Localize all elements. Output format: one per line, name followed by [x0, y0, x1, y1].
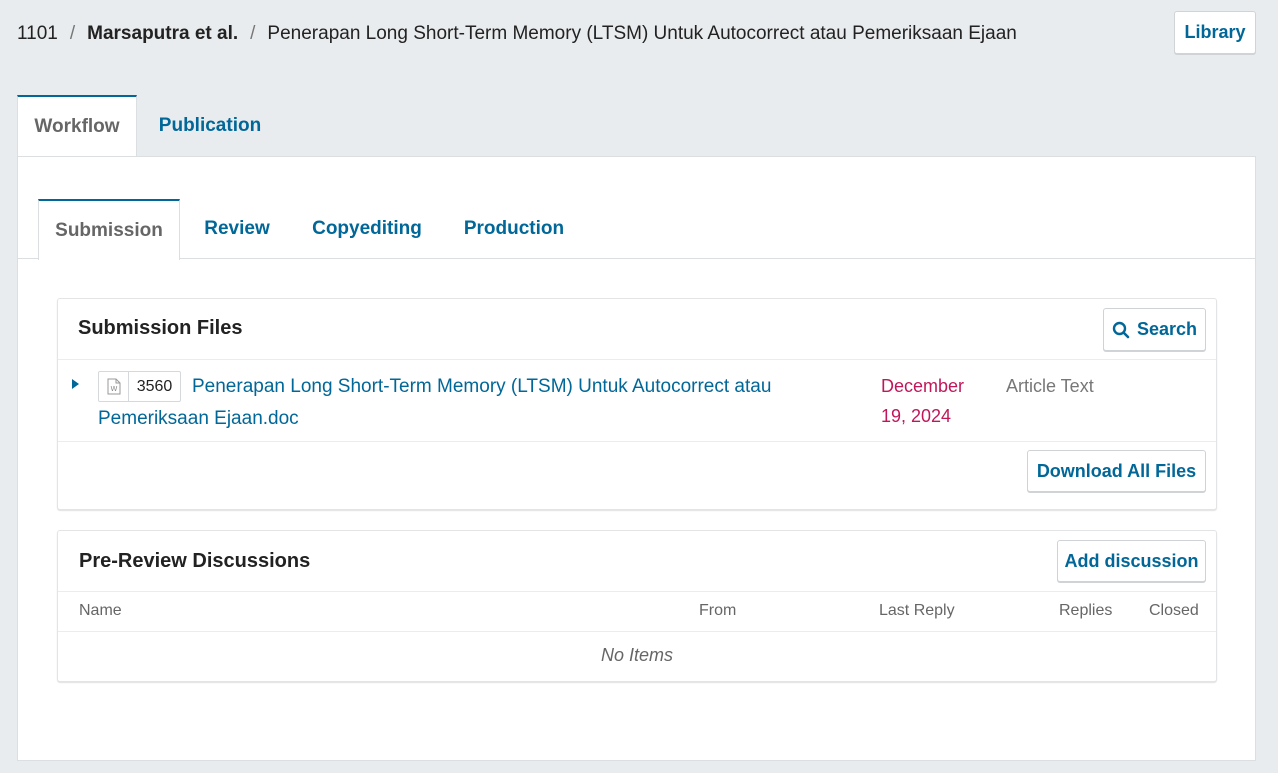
- submission-id: 1101: [17, 23, 58, 44]
- file-date: December 19, 2024: [881, 376, 965, 426]
- breadcrumb-separator: /: [250, 23, 256, 44]
- empty-state: No Items: [600, 645, 674, 665]
- tab-publication[interactable]: Publication: [143, 95, 277, 157]
- svg-text:W: W: [110, 385, 117, 393]
- add-discussion-button[interactable]: Add discussion: [1057, 540, 1206, 582]
- submission-author: Marsaputra et al.: [87, 23, 239, 44]
- download-all-files-button[interactable]: Download All Files: [1027, 450, 1206, 492]
- file-id: 3560: [136, 377, 173, 395]
- submission-title: Penerapan Long Short-Term Memory (LTSM) …: [267, 23, 1017, 44]
- file-badge: W 3560: [98, 371, 181, 402]
- column-header-replies[interactable]: Replies: [1059, 602, 1112, 620]
- file-type: Article Text: [1006, 376, 1094, 396]
- divider: [58, 631, 1216, 632]
- divider: [58, 591, 1216, 592]
- discussions-title: Pre-Review Discussions: [79, 550, 311, 572]
- divider: [58, 441, 1216, 442]
- workflow-panel: Submission Review Copyediting Production…: [17, 156, 1256, 761]
- tab-submission[interactable]: Submission: [38, 199, 180, 260]
- column-header-from[interactable]: From: [699, 602, 736, 620]
- expand-caret-icon[interactable]: [72, 379, 79, 389]
- breadcrumb: 1101 / Marsaputra et al. / Penerapan Long Sh…: [17, 21, 1017, 47]
- word-doc-icon: W: [99, 372, 129, 401]
- column-header-last-reply[interactable]: Last Reply: [879, 602, 955, 620]
- discussions-panel: Pre-Review Discussions Add discussion Na…: [57, 530, 1217, 682]
- tab-production[interactable]: Production: [450, 199, 578, 259]
- submission-files-panel: Submission Files Search Penerapan Long S…: [57, 298, 1217, 510]
- tab-copyediting[interactable]: Copyediting: [298, 199, 436, 259]
- breadcrumb-separator: /: [69, 23, 76, 44]
- submission-files-title: Submission Files: [78, 317, 243, 339]
- file-row: Penerapan Long Short-Term Memory (LTSM) …: [58, 359, 1216, 441]
- column-header-closed[interactable]: Closed: [1149, 602, 1199, 620]
- tab-review[interactable]: Review: [190, 199, 284, 259]
- search-button[interactable]: Search: [1103, 308, 1206, 351]
- stage-tabs: Submission Review Copyediting Production: [18, 157, 1255, 260]
- tab-workflow[interactable]: Workflow: [17, 95, 137, 157]
- page-header: 1101 / Marsaputra et al. / Penerapan Long Sh…: [0, 0, 1278, 68]
- search-label: Search: [1136, 319, 1198, 339]
- search-icon: [1112, 321, 1130, 338]
- library-button[interactable]: Library: [1174, 11, 1256, 54]
- file-name-link[interactable]: Penerapan Long Short-Term Memory (LTSM) …: [98, 371, 798, 435]
- column-header-name[interactable]: Name: [79, 602, 122, 620]
